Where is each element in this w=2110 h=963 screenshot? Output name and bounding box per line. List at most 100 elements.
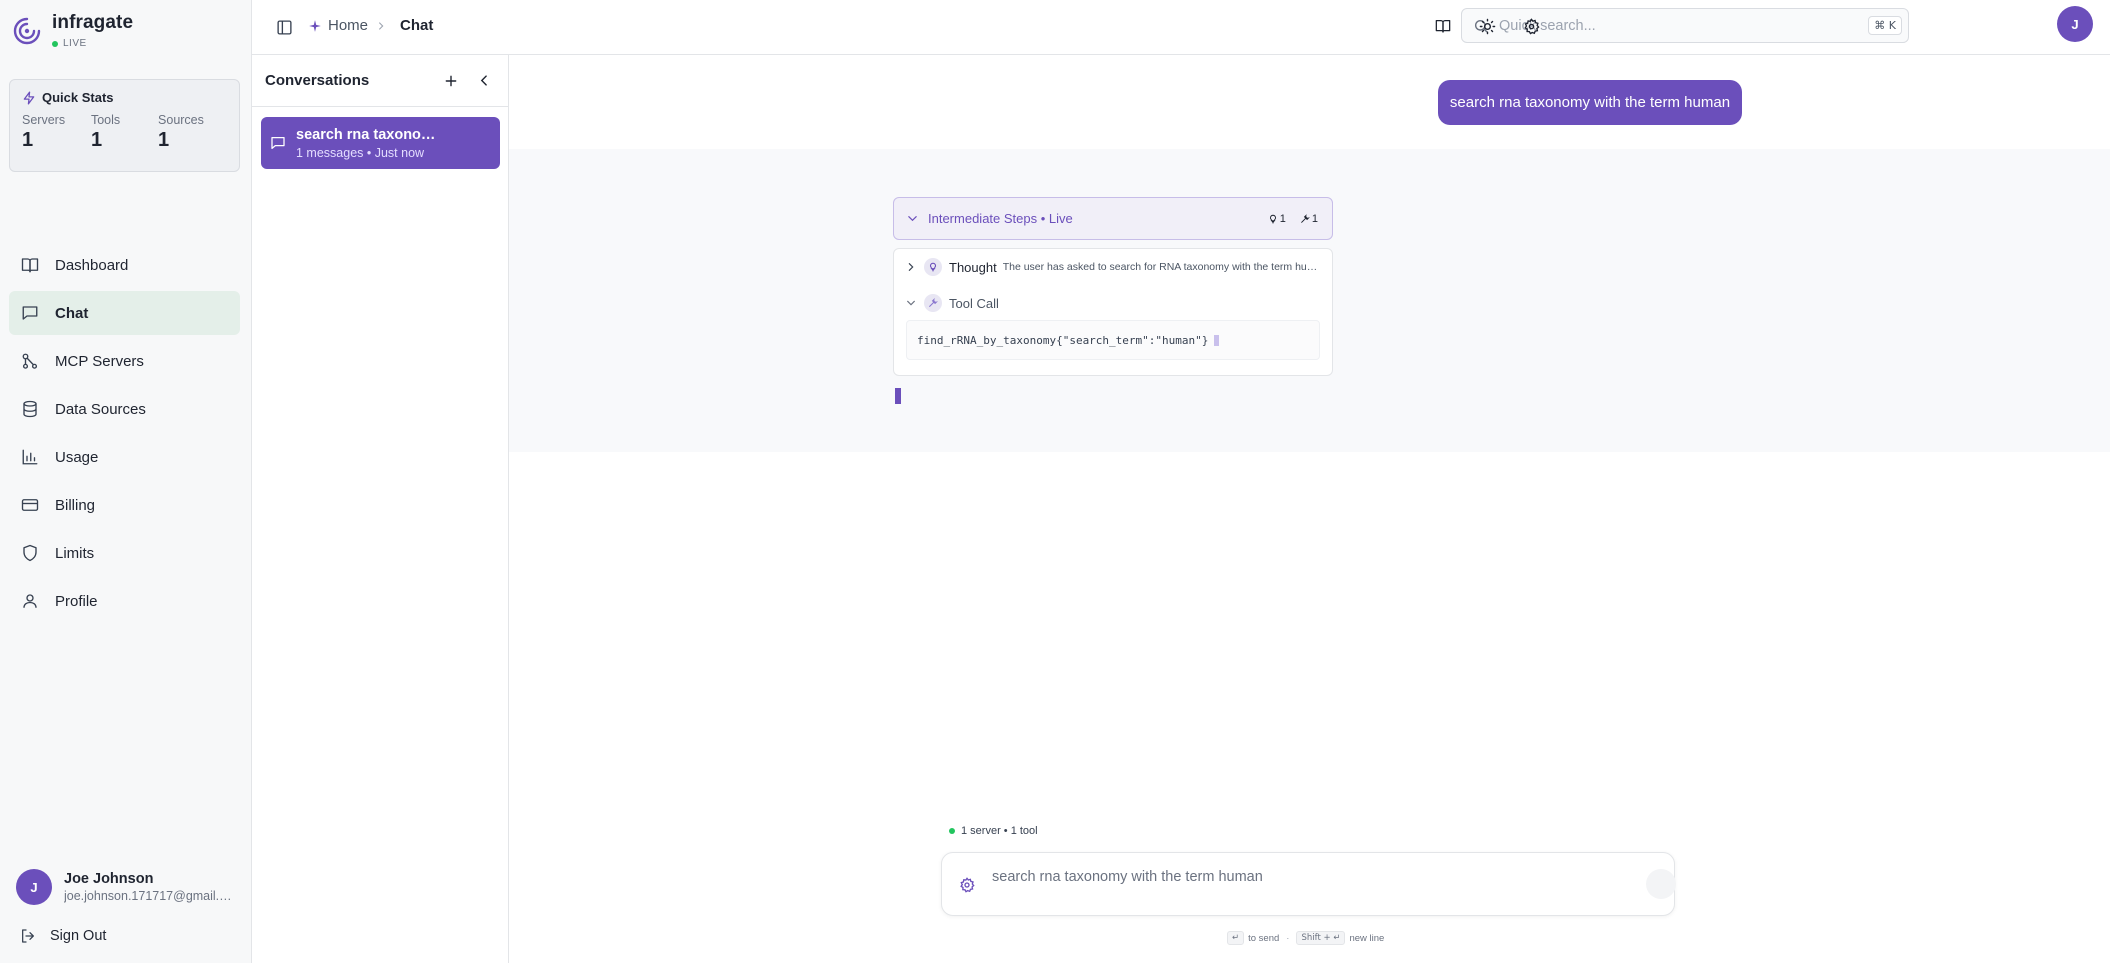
database-icon bbox=[21, 400, 55, 418]
user-message-bubble: search rna taxonomy with the term human bbox=[1438, 80, 1742, 125]
shield-icon bbox=[21, 544, 55, 562]
composer-settings-button[interactable] bbox=[956, 874, 978, 896]
stat-value: 1 bbox=[90, 129, 103, 151]
chat-area: search rna taxonomy with the term human … bbox=[509, 55, 2110, 963]
sidebar-item-profile[interactable]: Profile bbox=[9, 579, 240, 623]
thought-text: The user has asked to search for RNA tax… bbox=[1002, 261, 1319, 273]
sidebar-item-label: Limits bbox=[55, 544, 95, 562]
sidebar-item-label: Data Sources bbox=[55, 400, 146, 418]
sidebar-item-label: Profile bbox=[55, 592, 98, 610]
tool-call-step[interactable]: Tool Call bbox=[906, 294, 999, 312]
sign-out-label: Sign Out bbox=[50, 928, 107, 944]
book-open-icon bbox=[1435, 18, 1451, 34]
send-button[interactable] bbox=[1646, 869, 1676, 899]
tool-call-code: find_rRNA_by_taxonomy{"search_term":"hum… bbox=[906, 320, 1320, 360]
chevron-down-icon bbox=[907, 213, 928, 224]
conversations-title: Conversations bbox=[265, 72, 370, 89]
lightbulb-icon bbox=[924, 258, 942, 276]
sign-out-button[interactable]: Sign Out bbox=[20, 928, 106, 944]
wrench-icon bbox=[924, 294, 942, 312]
tool-count-badge: 1 bbox=[1300, 213, 1318, 225]
stat-sources: Sources 1 bbox=[158, 113, 227, 152]
conversation-title: search rna taxonomy with the term human bbox=[296, 126, 436, 143]
shift-enter-key-badge: Shift + ↵ bbox=[1296, 931, 1346, 945]
thought-count: 1 bbox=[1279, 212, 1286, 225]
live-status-label: LIVE bbox=[63, 38, 87, 49]
code-cursor bbox=[1214, 334, 1220, 346]
conversation-meta: 1 messages • Just now bbox=[296, 145, 425, 160]
stat-label: Tools bbox=[90, 113, 121, 127]
chevron-left-icon bbox=[478, 74, 491, 87]
sidebar-item-limits[interactable]: Limits bbox=[9, 531, 240, 575]
status-dot-icon bbox=[949, 828, 955, 834]
message-composer bbox=[941, 852, 1676, 916]
sign-out-icon bbox=[20, 928, 50, 944]
thought-label: Thought bbox=[949, 259, 997, 275]
user-name: Joe Johnson bbox=[64, 871, 154, 887]
account-avatar-button[interactable]: J bbox=[2057, 6, 2093, 42]
network-icon bbox=[21, 352, 55, 370]
chevron-right-icon bbox=[906, 262, 916, 272]
message-square-icon bbox=[270, 135, 296, 151]
conversation-item[interactable]: search rna taxonomy with the term human … bbox=[261, 117, 500, 169]
conversations-panel: Conversations search rna taxonomy with t… bbox=[252, 55, 509, 963]
stat-label: Servers bbox=[22, 113, 66, 127]
gear-icon bbox=[959, 877, 975, 893]
thought-step[interactable]: Thought The user has asked to search for… bbox=[906, 258, 1319, 276]
intermediate-steps-toggle[interactable]: Intermediate Steps • Live 1 1 bbox=[893, 197, 1333, 240]
hint-separator: · bbox=[1286, 932, 1290, 944]
chat-icon bbox=[21, 304, 55, 322]
sidebar-item-data-sources[interactable]: Data Sources bbox=[9, 387, 240, 431]
sidebar-item-dashboard[interactable]: Dashboard bbox=[9, 243, 240, 287]
settings-button[interactable] bbox=[1519, 14, 1543, 38]
sidebar-nav: Dashboard Chat MCP Servers Data Sources … bbox=[9, 243, 240, 627]
user-profile[interactable]: J Joe Johnson joe.johnson.171717@gmail.c… bbox=[16, 869, 234, 905]
quick-stats-title: Quick Stats bbox=[42, 90, 114, 105]
sidebar-item-label: MCP Servers bbox=[55, 352, 144, 370]
live-status: LIVE bbox=[52, 38, 133, 49]
gear-icon bbox=[1523, 17, 1540, 35]
theme-toggle-button[interactable] bbox=[1475, 14, 1499, 38]
stat-label: Sources bbox=[158, 113, 204, 127]
lightning-icon bbox=[22, 91, 42, 105]
new-conversation-button[interactable] bbox=[440, 70, 462, 92]
sidebar-item-label: Usage bbox=[55, 448, 99, 466]
keyboard-hints: ↵ to send · Shift + ↵ new line bbox=[1227, 931, 1384, 945]
sidebar-item-usage[interactable]: Usage bbox=[9, 435, 240, 479]
thought-count-badge: 1 bbox=[1268, 213, 1286, 225]
stat-tools: Tools 1 bbox=[91, 113, 158, 152]
send-hint-text: to send bbox=[1248, 932, 1280, 944]
sidebar-item-chat[interactable]: Chat bbox=[9, 291, 240, 335]
sidebar-toggle-button[interactable] bbox=[272, 15, 296, 39]
tool-call-code-text: find_rRNA_by_taxonomy{"search_term":"hum… bbox=[917, 333, 1209, 347]
collapse-conversations-button[interactable] bbox=[473, 70, 495, 92]
sidebar-item-billing[interactable]: Billing bbox=[9, 483, 240, 527]
sidebar-item-label: Billing bbox=[55, 496, 96, 514]
brand[interactable]: infragate LIVE bbox=[12, 12, 133, 49]
message-input[interactable] bbox=[992, 863, 1592, 891]
top-bar: Home Chat Quick search... ⌘ K J bbox=[252, 0, 2110, 55]
tool-call-label: Tool Call bbox=[949, 295, 999, 311]
breadcrumb-home-link[interactable]: Home bbox=[328, 17, 368, 34]
breadcrumb: Home Chat bbox=[308, 17, 433, 34]
sidebar-item-mcp-servers[interactable]: MCP Servers bbox=[9, 339, 240, 383]
streaming-cursor bbox=[895, 388, 901, 404]
lightbulb-icon bbox=[1268, 214, 1280, 224]
user-email: joe.johnson.171717@gmail.com bbox=[64, 889, 234, 903]
sparkle-icon bbox=[308, 19, 328, 33]
plus-icon bbox=[444, 74, 458, 88]
stat-value: 1 bbox=[158, 129, 170, 151]
intermediate-steps-title: Intermediate Steps • Live bbox=[928, 211, 1073, 226]
bar-chart-icon bbox=[21, 448, 55, 466]
breadcrumb-current: Chat bbox=[400, 17, 434, 34]
credit-card-icon bbox=[21, 496, 55, 514]
tool-count: 1 bbox=[1311, 212, 1318, 225]
chevron-right-icon bbox=[376, 21, 392, 31]
live-dot-icon bbox=[52, 40, 58, 47]
server-status: 1 server • 1 tool bbox=[949, 825, 1038, 837]
docs-button[interactable] bbox=[1431, 14, 1455, 38]
sidebar-item-label: Chat bbox=[55, 304, 89, 322]
newline-hint-text: new line bbox=[1349, 932, 1385, 944]
search-placeholder: Quick search... bbox=[1499, 17, 1596, 34]
stat-servers: Servers 1 bbox=[22, 113, 91, 152]
